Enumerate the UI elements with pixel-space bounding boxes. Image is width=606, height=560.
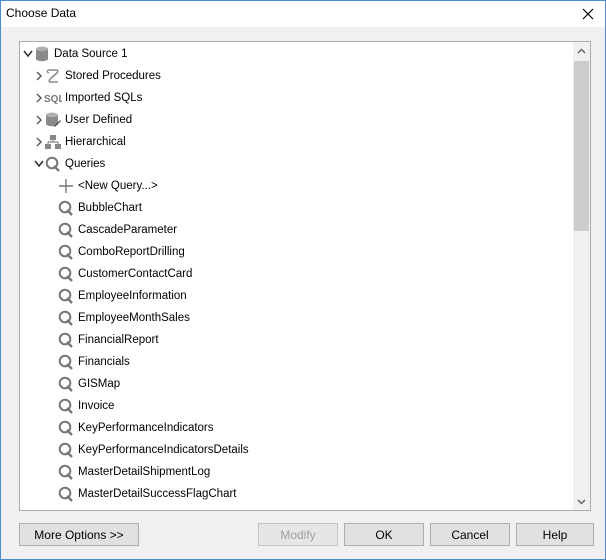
tree-item-label: EmployeeInformation (78, 290, 187, 302)
tree-item-stored-procedures[interactable]: Stored Procedures (44, 65, 161, 87)
tree-item-label: CascadeParameter (78, 224, 178, 236)
tree-item-new-query[interactable]: <New Query...> (57, 175, 158, 197)
root-expander[interactable] (23, 49, 33, 59)
tree-item-hierarchical[interactable]: Hierarchical (44, 131, 126, 153)
tree-item-queries[interactable]: Queries (44, 153, 105, 175)
chevron-down-icon (34, 160, 44, 168)
stored-procedures-expander[interactable] (34, 71, 44, 81)
query-icon (57, 419, 75, 437)
tree-item-label: Financials (78, 356, 130, 368)
modify-button[interactable]: Modify (258, 523, 338, 546)
stored-procedure-icon (44, 67, 62, 85)
tree-item-query[interactable]: GISMap (57, 373, 120, 395)
tree-item-label: Queries (65, 158, 106, 170)
query-icon (57, 485, 75, 503)
query-icon (57, 221, 75, 239)
user-defined-expander[interactable] (34, 115, 44, 125)
plus-icon (57, 177, 75, 195)
tree-item-label: <New Query...> (78, 180, 158, 192)
tree-item-query[interactable]: FinancialReport (57, 329, 159, 351)
tree-item-label: FinancialReport (78, 334, 159, 346)
tree-item-query[interactable]: Financials (57, 351, 130, 373)
title-bar: Choose Data (1, 1, 605, 27)
database-icon (33, 45, 51, 63)
sql-icon: SQL (44, 89, 62, 107)
tree-item-label: MasterDetailShipmentLog (78, 466, 211, 478)
tree-item-label: ComboReportDrilling (78, 246, 185, 258)
hierarchical-expander[interactable] (34, 137, 44, 147)
tree-item-query[interactable]: CascadeParameter (57, 219, 177, 241)
help-button[interactable]: Help (516, 523, 594, 546)
cancel-button[interactable]: Cancel (430, 523, 510, 546)
svg-text:SQL: SQL (44, 94, 62, 105)
vertical-scrollbar[interactable] (573, 42, 590, 510)
dialog-title: Choose Data (6, 6, 77, 20)
tree-item-query[interactable]: EmployeeInformation (57, 285, 187, 307)
tree-item-label: Stored Procedures (65, 70, 161, 82)
tree-item-label: KeyPerformanceIndicators (78, 422, 214, 434)
tree-item-query[interactable]: KeyPerformanceIndicators (57, 417, 214, 439)
chevron-right-icon (36, 71, 42, 81)
scroll-thumb[interactable] (574, 61, 589, 231)
query-icon (57, 287, 75, 305)
tree-item-query[interactable]: MasterDetailShipmentLog (57, 461, 210, 483)
scroll-up-button[interactable] (573, 42, 590, 59)
tree-item-label: MasterDetailSuccessFlagChart (78, 488, 237, 500)
query-icon (57, 353, 75, 371)
choose-data-dialog: Choose Data Data Source 1 Stored Procedu… (0, 0, 606, 560)
tree-item-query[interactable]: BubbleChart (57, 197, 142, 219)
query-icon (44, 155, 62, 173)
query-icon (57, 441, 75, 459)
close-button[interactable] (571, 1, 605, 27)
queries-expander[interactable] (34, 159, 44, 169)
query-icon (57, 309, 75, 327)
tree-item-label: Data Source 1 (54, 48, 128, 60)
chevron-right-icon (36, 137, 42, 147)
scroll-down-button[interactable] (573, 493, 590, 510)
query-icon (57, 243, 75, 261)
query-icon (57, 331, 75, 349)
tree-item-user-defined[interactable]: User Defined (44, 109, 132, 131)
chevron-down-icon (23, 50, 33, 58)
tree-item-imported-sqls[interactable]: SQL Imported SQLs (44, 87, 142, 109)
user-defined-db-icon (44, 111, 62, 129)
tree-item-label: BubbleChart (78, 202, 142, 214)
hierarchy-icon (44, 133, 62, 151)
tree-item-label: KeyPerformanceIndicatorsDetails (78, 444, 249, 456)
more-options-button[interactable]: More Options >> (19, 523, 139, 546)
query-icon (57, 397, 75, 415)
data-tree[interactable]: Data Source 1 Stored Procedures SQL (19, 41, 591, 511)
tree-item-label: User Defined (65, 114, 133, 126)
chevron-right-icon (36, 115, 42, 125)
tree-item-query[interactable]: ComboReportDrilling (57, 241, 185, 263)
tree-item-query[interactable]: KeyPerformanceIndicatorsDetails (57, 439, 249, 461)
query-icon (57, 463, 75, 481)
imported-sqls-expander[interactable] (34, 93, 44, 103)
chevron-up-icon (577, 48, 586, 53)
query-icon (57, 375, 75, 393)
tree-item-data-source[interactable]: Data Source 1 (33, 43, 128, 65)
query-icon (57, 265, 75, 283)
tree-item-label: Hierarchical (65, 136, 126, 148)
query-icon (57, 199, 75, 217)
tree-item-label: Invoice (78, 400, 115, 412)
chevron-right-icon (36, 93, 42, 103)
tree-item-query[interactable]: EmployeeMonthSales (57, 307, 190, 329)
tree-item-label: EmployeeMonthSales (78, 312, 190, 324)
close-icon (582, 8, 594, 20)
tree-item-query[interactable]: MasterDetailSuccessFlagChart (57, 483, 237, 505)
tree-item-label: GISMap (78, 378, 121, 390)
tree-item-label: CustomerContactCard (78, 268, 193, 280)
tree-item-query[interactable]: CustomerContactCard (57, 263, 192, 285)
tree-item-query[interactable]: Invoice (57, 395, 114, 417)
chevron-down-icon (577, 499, 586, 504)
tree-item-label: Imported SQLs (65, 92, 143, 104)
ok-button[interactable]: OK (344, 523, 424, 546)
